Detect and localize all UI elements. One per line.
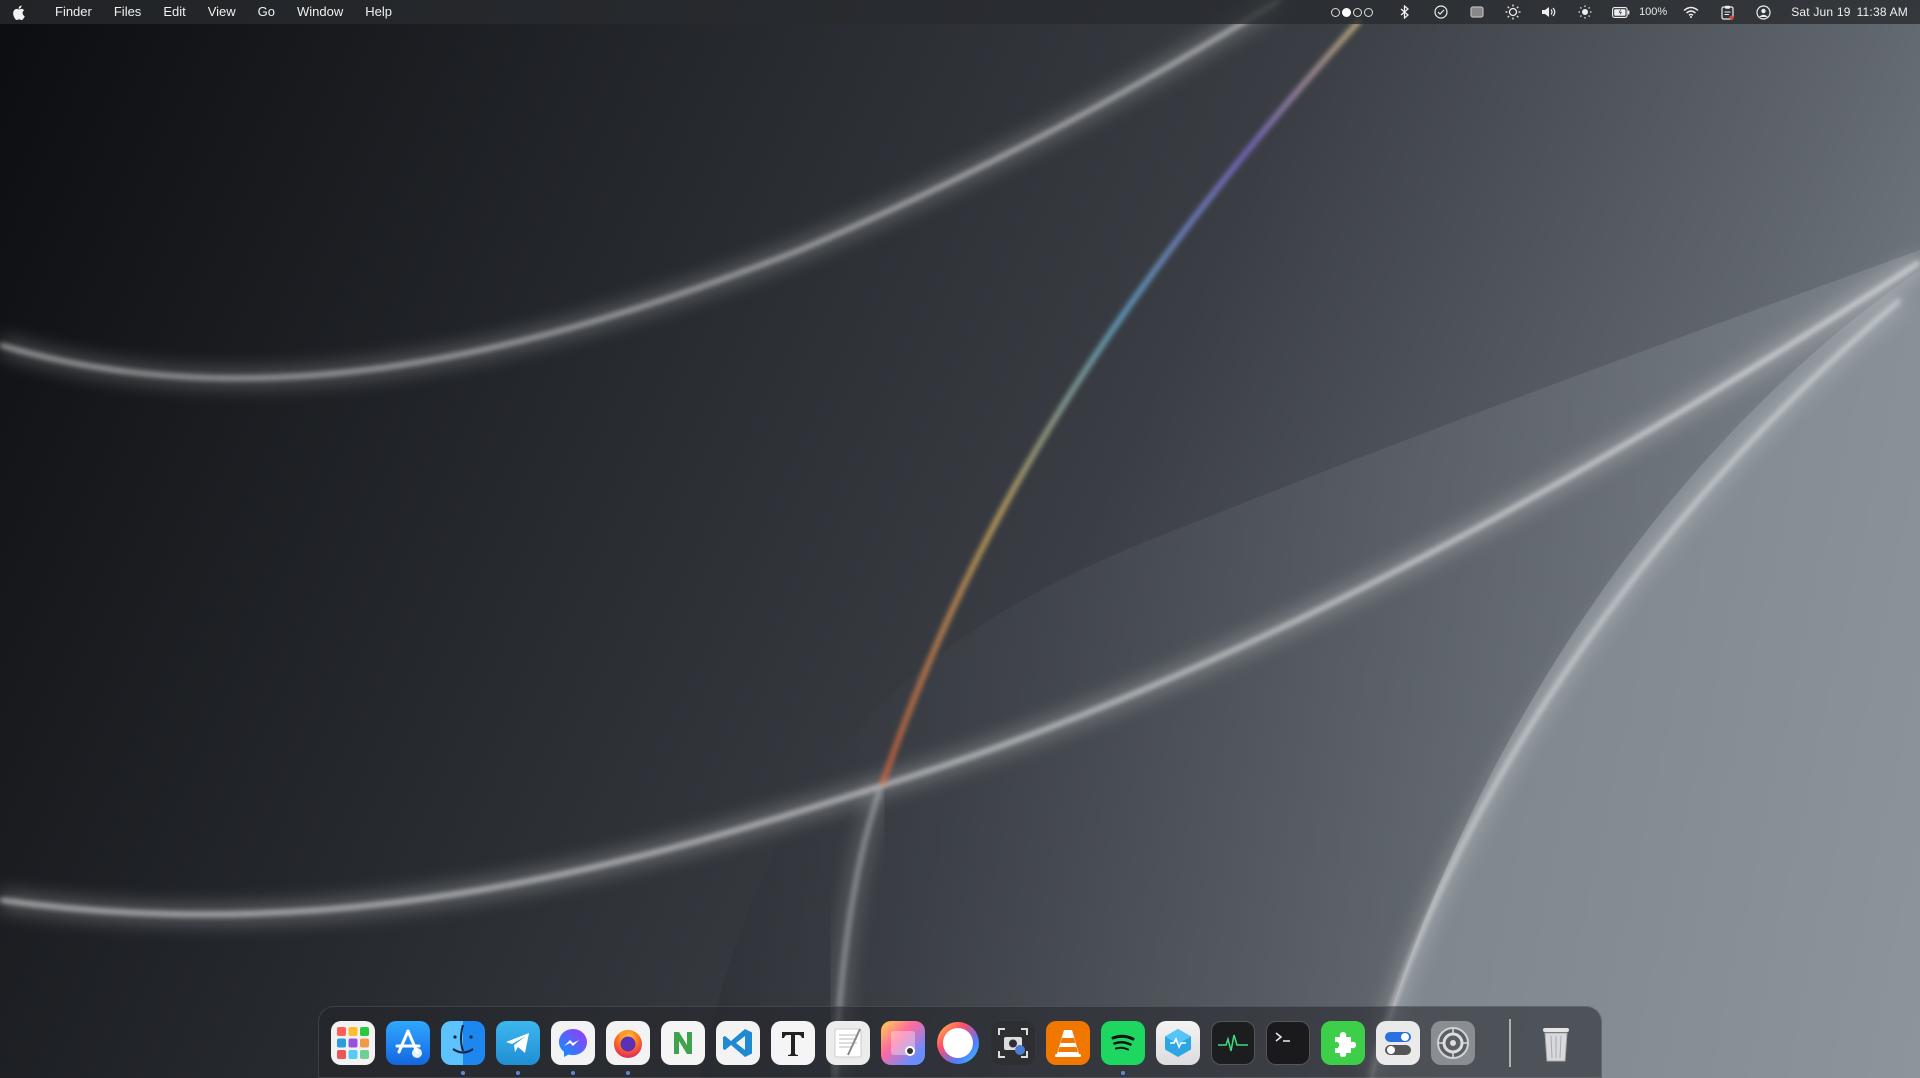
menu-files[interactable]: Files: [103, 0, 152, 24]
running-indicator: [571, 1071, 575, 1075]
running-indicator: [461, 1071, 465, 1075]
brightness-gear-icon[interactable]: [1503, 0, 1523, 24]
terminal-icon[interactable]: [1266, 1021, 1310, 1065]
menu-app-name[interactable]: Finder: [44, 0, 103, 24]
wallpaper: [0, 0, 1920, 1078]
messenger-icon[interactable]: [551, 1021, 595, 1065]
running-indicator: [1121, 1071, 1125, 1075]
firefox-icon[interactable]: [606, 1021, 650, 1065]
trash-icon[interactable]: [1534, 1021, 1578, 1065]
clock-time: 11:38 AM: [1856, 5, 1908, 19]
running-indicator: [626, 1071, 630, 1075]
screenshot-icon[interactable]: [991, 1021, 1035, 1065]
app-store-icon[interactable]: [386, 1021, 430, 1065]
battery-icon[interactable]: [1611, 0, 1631, 24]
toggle-icon[interactable]: [1376, 1021, 1420, 1065]
spotify-icon[interactable]: [1101, 1021, 1145, 1065]
typora-icon[interactable]: [771, 1021, 815, 1065]
clipboard-icon[interactable]: [1717, 0, 1737, 24]
launchpad-icon[interactable]: [331, 1021, 375, 1065]
menu-bar: Finder Files Edit View Go Window Help 10…: [0, 0, 1920, 24]
page-dots-icon[interactable]: [1331, 7, 1374, 17]
vlc-icon[interactable]: [1046, 1021, 1090, 1065]
preview-icon[interactable]: [881, 1021, 925, 1065]
settings-gear-icon[interactable]: [1431, 1021, 1475, 1065]
desktop: Finder Files Edit View Go Window Help 10…: [0, 0, 1920, 1078]
checkmark-circle-icon[interactable]: [1431, 0, 1451, 24]
circle-app-icon[interactable]: [936, 1021, 980, 1065]
menu-help[interactable]: Help: [354, 0, 403, 24]
n-app-icon[interactable]: [661, 1021, 705, 1065]
vscode-icon[interactable]: [716, 1021, 760, 1065]
wifi-icon[interactable]: [1681, 0, 1701, 24]
menu-edit[interactable]: Edit: [152, 0, 196, 24]
dock-separator: [1509, 1019, 1511, 1067]
menu-view[interactable]: View: [197, 0, 247, 24]
battery-percent: 100%: [1639, 6, 1668, 18]
bluetooth-icon[interactable]: [1395, 0, 1415, 24]
brightness-icon[interactable]: [1575, 0, 1595, 24]
screen-icon[interactable]: [1467, 0, 1487, 24]
cube-app-icon[interactable]: [1156, 1021, 1200, 1065]
dock: [318, 1006, 1602, 1078]
user-circle-icon[interactable]: [1753, 0, 1773, 24]
textedit-icon[interactable]: [826, 1021, 870, 1065]
running-indicator: [516, 1071, 520, 1075]
clock-date: Sat Jun 19: [1791, 5, 1851, 19]
menu-window[interactable]: Window: [286, 0, 354, 24]
menu-bar-clock[interactable]: Sat Jun 19 11:38 AM: [1791, 5, 1908, 19]
menu-go[interactable]: Go: [247, 0, 286, 24]
finder-icon[interactable]: [441, 1021, 485, 1065]
telegram-icon[interactable]: [496, 1021, 540, 1065]
volume-icon[interactable]: [1539, 0, 1559, 24]
puzzle-icon[interactable]: [1321, 1021, 1365, 1065]
apple-menu-icon[interactable]: [12, 4, 26, 20]
activity-monitor-icon[interactable]: [1211, 1021, 1255, 1065]
